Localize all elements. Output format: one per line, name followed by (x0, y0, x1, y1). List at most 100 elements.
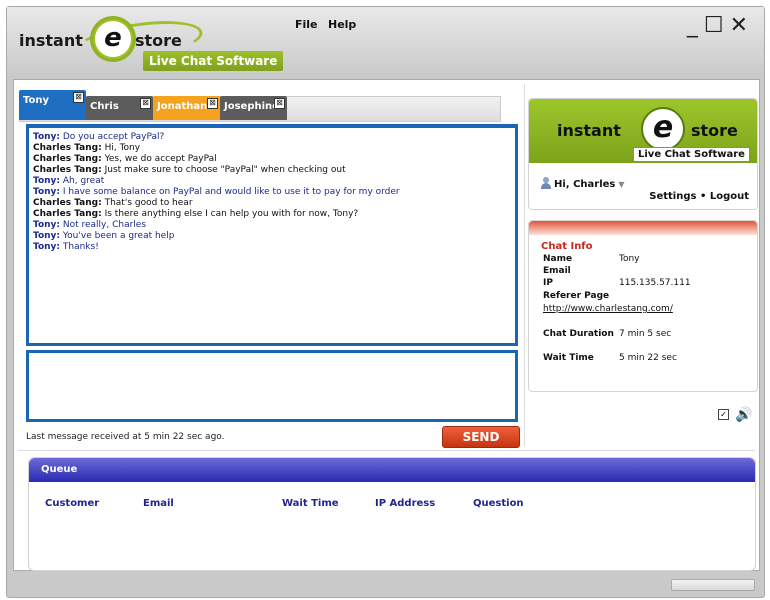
message-text: Yes, we do accept PayPal (104, 154, 217, 164)
last-message-status: Last message received at 5 min 22 sec ag… (26, 432, 225, 442)
message-sender: Tony: (33, 242, 60, 252)
info-row-email: Email (543, 266, 619, 276)
message-sender: Tony: (33, 231, 60, 241)
tab-close-icon[interactable]: ⊠ (274, 98, 285, 109)
divider (524, 84, 525, 446)
info-label: Chat Duration (543, 329, 614, 339)
message-sender: Tony: (33, 220, 60, 230)
info-row-ip: IP 115.135.57.111 (543, 278, 691, 288)
chat-info-title: Chat Info (541, 241, 593, 252)
account-links: Settings • Logout (649, 191, 749, 202)
tab-label: Chris (90, 101, 119, 112)
divider (18, 450, 755, 451)
message-input-box[interactable] (26, 350, 519, 423)
message-sender: Charles Tang: (33, 154, 102, 164)
minimize-button[interactable]: _ (687, 13, 704, 38)
info-label: Referer Page (543, 291, 610, 301)
tab-jonathan[interactable]: Jonathan ⊠ (153, 96, 220, 120)
tab-label: Tony (23, 95, 50, 106)
logo-e-badge: e (93, 19, 133, 59)
horizontal-scrollbar[interactable] (671, 579, 755, 591)
message-text: That's good to hear (104, 198, 193, 208)
brand-word-store: store (691, 121, 738, 140)
info-row-wait: Wait Time 5 min 22 sec (543, 353, 677, 363)
chat-message: Charles Tang: Yes, we do accept PayPal (33, 154, 511, 165)
chat-message: Tony: Ah, great (33, 176, 511, 187)
message-text: Ah, great (62, 176, 105, 186)
settings-link[interactable]: Settings (649, 191, 696, 202)
user-icon (541, 177, 551, 189)
message-text: Hi, Tony (104, 143, 141, 153)
chat-message: Tony: I have some balance on PayPal and … (33, 187, 511, 198)
queue-col-ip-address[interactable]: IP Address (375, 498, 435, 509)
queue-header-bar: Queue (29, 458, 755, 482)
message-sender: Tony: (33, 132, 60, 142)
logout-link[interactable]: Logout (710, 191, 749, 202)
tab-josephine[interactable]: Josephine ⊠ (220, 96, 287, 120)
message-sender: Charles Tang: (33, 198, 102, 208)
logo-word-store: store (135, 31, 182, 50)
chat-message: Charles Tang: Is there anything else I c… (33, 209, 511, 220)
app-window: instant e store Live Chat Software File … (6, 6, 765, 598)
title-bar: instant e store Live Chat Software File … (7, 7, 764, 77)
info-value: Tony (619, 254, 640, 264)
message-sender: Charles Tang: (33, 209, 102, 219)
menu-file[interactable]: File (295, 18, 318, 31)
window-controls: _☐✕ (687, 13, 754, 38)
message-sender: Charles Tang: (33, 165, 102, 175)
menu-help[interactable]: Help (328, 18, 356, 31)
message-text: Just make sure to choose "PayPal" when c… (104, 165, 346, 175)
queue-col-question[interactable]: Question (473, 498, 524, 509)
message-text: Not really, Charles (62, 220, 147, 230)
message-sender: Charles Tang: (33, 143, 102, 153)
queue-title: Queue (41, 464, 78, 475)
maximize-button[interactable]: ☐ (704, 13, 730, 38)
message-sender: Tony: (33, 187, 60, 197)
message-sender: Tony: (33, 176, 60, 186)
chat-message: Charles Tang: Just make sure to choose "… (33, 165, 511, 176)
referer-link[interactable]: http://www.charlestang.com/ (543, 304, 673, 314)
info-label: Email (543, 266, 571, 276)
message-text: Is there anything else I can help you wi… (104, 209, 359, 219)
message-input[interactable] (29, 353, 519, 423)
tab-close-icon[interactable]: ⊠ (73, 92, 84, 103)
chevron-down-icon[interactable]: ▼ (618, 180, 624, 189)
tab-label: Jonathan (157, 101, 208, 112)
sidebar-brand-card: instant e store Live Chat Software Hi, C… (528, 98, 758, 210)
info-value: 5 min 22 sec (619, 353, 677, 363)
message-text: Thanks! (62, 242, 99, 252)
queue-col-customer[interactable]: Customer (45, 498, 99, 509)
info-row-duration: Chat Duration 7 min 5 sec (543, 329, 743, 339)
main-panel: Tony ⊠ Chris ⊠ Jonathan ⊠ Josephine ⊠ To… (13, 79, 760, 571)
close-button[interactable]: ✕ (730, 13, 754, 38)
chat-message: Tony: Do you accept PayPal? (33, 132, 511, 143)
message-text: I have some balance on PayPal and would … (62, 187, 400, 197)
info-label: IP (543, 278, 553, 288)
message-text: Do you accept PayPal? (62, 132, 165, 142)
message-text: You've been a great help (62, 231, 175, 241)
send-button[interactable]: SEND (442, 426, 520, 448)
chat-transcript[interactable]: Tony: Do you accept PayPal? Charles Tang:… (26, 124, 518, 346)
chat-message: Tony: You've been a great help (33, 231, 511, 242)
tab-tony[interactable]: Tony ⊠ (19, 90, 86, 120)
tab-chris[interactable]: Chris ⊠ (86, 96, 153, 120)
tab-close-icon[interactable]: ⊠ (207, 98, 218, 109)
chat-message: Charles Tang: That's good to hear (33, 198, 511, 209)
sound-checkbox[interactable]: ✓ (718, 409, 729, 420)
queue-panel: Queue Customer Email Wait Time IP Addres… (28, 457, 756, 571)
info-row-referer: Referer Page (543, 291, 619, 301)
info-label: Name (543, 254, 573, 264)
chat-message: Charles Tang: Hi, Tony (33, 143, 511, 154)
user-menu[interactable]: Hi, Charles ▼ (541, 177, 625, 190)
tab-label: Josephine (224, 101, 279, 112)
info-value: 115.135.57.111 (619, 278, 691, 288)
info-row-name: Name Tony (543, 254, 640, 264)
link-separator: • (699, 191, 707, 202)
app-tagline: Live Chat Software (143, 51, 284, 71)
speaker-icon[interactable]: 🔊 (735, 407, 752, 423)
tab-close-icon[interactable]: ⊠ (140, 98, 151, 109)
user-greeting: Hi, Charles (554, 179, 616, 190)
queue-col-email[interactable]: Email (143, 498, 174, 509)
chat-message: Tony: Not really, Charles (33, 220, 511, 231)
queue-col-wait-time[interactable]: Wait Time (282, 498, 339, 509)
